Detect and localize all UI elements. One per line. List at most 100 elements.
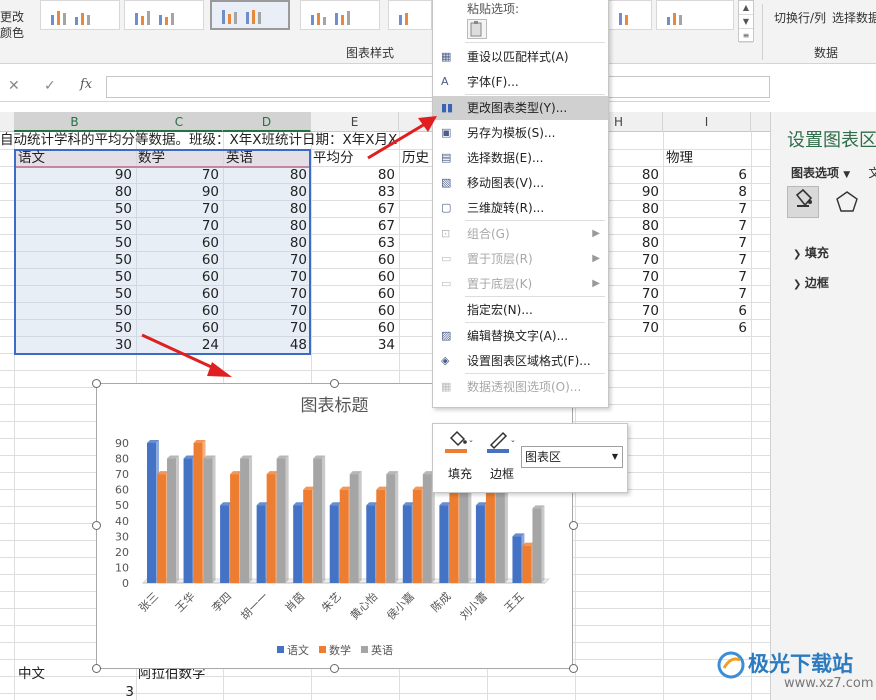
text-options-tab[interactable]: 文 xyxy=(868,166,876,180)
cell-english[interactable]: 80 xyxy=(223,218,309,235)
menu-item[interactable]: ◈ 设置图表区域格式(F)... xyxy=(433,349,608,373)
border-section[interactable]: ❯ 边框 xyxy=(793,274,829,291)
cell-english[interactable]: 80 xyxy=(223,184,309,201)
resize-handle-tl[interactable] xyxy=(92,379,101,388)
cell-chinese[interactable]: 50 xyxy=(14,218,134,235)
resize-handle-br[interactable] xyxy=(569,664,578,673)
enter-icon[interactable]: ✓ xyxy=(44,78,56,94)
cell-english[interactable]: 70 xyxy=(223,269,309,286)
cell-math[interactable]: 70 xyxy=(136,167,221,184)
cell-average[interactable]: 67 xyxy=(311,218,397,235)
cancel-icon[interactable]: ✕ xyxy=(8,78,20,94)
menu-item[interactable]: ▦ 重设以匹配样式(A) xyxy=(433,45,608,69)
menu-item[interactable]: A 字体(F)... xyxy=(433,70,608,94)
header-math[interactable]: 数学 xyxy=(138,150,165,167)
cell-math[interactable]: 60 xyxy=(136,303,221,320)
cell-chinese[interactable]: 50 xyxy=(14,286,134,303)
chart-style-thumb-7[interactable] xyxy=(656,0,734,30)
column-header-e[interactable]: E xyxy=(311,112,399,132)
cell-english[interactable]: 70 xyxy=(223,286,309,303)
cell-english[interactable]: 70 xyxy=(223,303,309,320)
cell-average[interactable]: 60 xyxy=(311,252,397,269)
fill-line-icon[interactable] xyxy=(787,186,819,218)
change-colors-label[interactable]: 更改 xyxy=(0,8,24,25)
cell-english[interactable]: 80 xyxy=(223,167,309,184)
border-button[interactable]: ⌄ 边框 xyxy=(485,428,519,488)
chart-options-tab[interactable]: 图表选项 ▼ 文 xyxy=(791,164,876,181)
change-colors-label-2[interactable]: 颜色 xyxy=(0,24,24,41)
cell-english[interactable]: 70 xyxy=(223,320,309,337)
fx-icon[interactable]: fx xyxy=(80,77,92,92)
column-header-b[interactable]: B xyxy=(14,112,136,132)
cell-chinese[interactable]: 50 xyxy=(14,303,134,320)
cell-math[interactable]: 60 xyxy=(136,269,221,286)
resize-handle-bm[interactable] xyxy=(330,664,339,673)
chart-style-thumb-3[interactable] xyxy=(210,0,290,30)
cell-physics[interactable]: 7 xyxy=(663,269,749,286)
cell-average[interactable]: 60 xyxy=(311,269,397,286)
gallery-scroll[interactable]: ▲ ▼ ≡ xyxy=(738,0,754,43)
menu-item[interactable]: ▣ 另存为模板(S)... xyxy=(433,121,608,145)
sheet-title-cell[interactable]: 自动统计学科的平均分等数据。班级：X年X班统计日期：X年X月X xyxy=(0,132,440,149)
cell-physics[interactable] xyxy=(663,337,749,354)
bottom-number-cell[interactable]: 3 xyxy=(14,684,136,700)
header-history[interactable]: 历史 xyxy=(402,150,429,167)
chart-style-thumb-4[interactable] xyxy=(300,0,380,30)
cell-average[interactable]: 60 xyxy=(311,320,397,337)
chart-element-select[interactable]: 图表区 ▼ xyxy=(521,446,623,468)
resize-handle-tm[interactable] xyxy=(330,379,339,388)
cell-physics[interactable]: 6 xyxy=(663,303,749,320)
resize-handle-ml[interactable] xyxy=(92,521,101,530)
menu-item[interactable]: ▧ 移动图表(V)... xyxy=(433,171,608,195)
cell-chinese[interactable]: 50 xyxy=(14,252,134,269)
menu-item[interactable]: ▢ 三维旋转(R)... xyxy=(433,196,608,220)
menu-item[interactable]: ▨ 编辑替换文字(A)... xyxy=(433,324,608,348)
chart-style-thumb-5[interactable] xyxy=(388,0,432,30)
select-data-button[interactable]: 选择数据 xyxy=(832,9,876,26)
cell-average[interactable]: 60 xyxy=(311,286,397,303)
cell-physics[interactable]: 7 xyxy=(663,286,749,303)
cell-math[interactable]: 60 xyxy=(136,320,221,337)
cell-english[interactable]: 70 xyxy=(223,252,309,269)
cell-math[interactable]: 70 xyxy=(136,201,221,218)
cell-chinese[interactable]: 50 xyxy=(14,269,134,286)
paste-icon[interactable] xyxy=(467,19,487,39)
bottom-cell-a[interactable]: 中文 xyxy=(18,666,45,683)
cell-math[interactable]: 70 xyxy=(136,218,221,235)
cell-average[interactable]: 60 xyxy=(311,303,397,320)
cell-english[interactable]: 80 xyxy=(223,235,309,252)
cell-chinese[interactable]: 30 xyxy=(14,337,134,354)
cell-physics[interactable]: 7 xyxy=(663,252,749,269)
cell-chinese[interactable]: 50 xyxy=(14,235,134,252)
cell-physics[interactable]: 7 xyxy=(663,235,749,252)
column-header-d[interactable]: D xyxy=(223,112,311,132)
cell-english[interactable]: 80 xyxy=(223,201,309,218)
cell-average[interactable]: 83 xyxy=(311,184,397,201)
cell-english[interactable]: 48 xyxy=(223,337,309,354)
fill-section[interactable]: ❯ 填充 xyxy=(793,244,829,261)
cell-chinese[interactable]: 50 xyxy=(14,201,134,218)
menu-item[interactable]: ▮▮ 更改图表类型(Y)... xyxy=(433,96,608,120)
cell-average[interactable]: 63 xyxy=(311,235,397,252)
cell-math[interactable]: 60 xyxy=(136,286,221,303)
menu-item[interactable]: 指定宏(N)... xyxy=(433,298,608,322)
column-header-c[interactable]: C xyxy=(136,112,223,132)
cell-math[interactable]: 60 xyxy=(136,235,221,252)
cell-average[interactable]: 34 xyxy=(311,337,397,354)
switch-row-col-button[interactable]: 切换行/列 xyxy=(774,9,826,26)
header-english[interactable]: 英语 xyxy=(226,150,253,167)
cell-physics[interactable]: 8 xyxy=(663,184,749,201)
resize-handle-mr[interactable] xyxy=(569,521,578,530)
cell-chinese[interactable]: 80 xyxy=(14,184,134,201)
menu-item[interactable]: ▤ 选择数据(E)... xyxy=(433,146,608,170)
cell-math[interactable]: 90 xyxy=(136,184,221,201)
chart-style-thumb-2[interactable] xyxy=(124,0,204,30)
cell-physics[interactable]: 7 xyxy=(663,201,749,218)
header-chinese[interactable]: 语文 xyxy=(18,150,45,167)
fill-button[interactable]: ⌄ 填充 xyxy=(443,428,477,488)
header-physics[interactable]: 物理 xyxy=(666,150,693,167)
cell-physics[interactable]: 7 xyxy=(663,218,749,235)
chart-style-thumb-6[interactable] xyxy=(608,0,652,30)
cell-physics[interactable]: 6 xyxy=(663,167,749,184)
header-average[interactable]: 平均分 xyxy=(313,150,354,167)
